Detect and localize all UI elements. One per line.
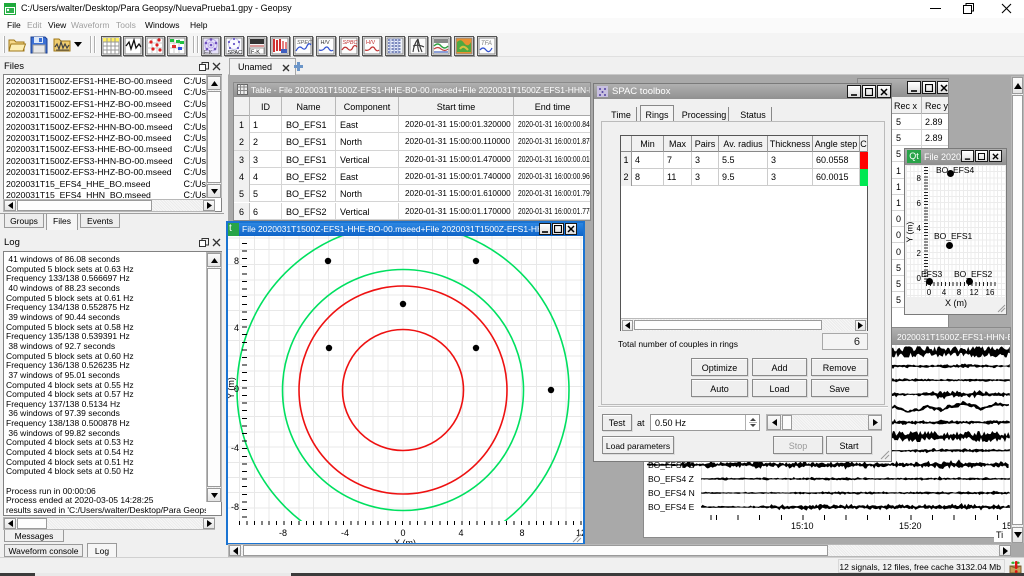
svg-text:TFA: TFA	[481, 41, 492, 47]
svg-text:F-K: F-K	[204, 50, 213, 55]
svg-text:H/V: H/V	[366, 40, 376, 46]
svg-text:F-K: F-K	[251, 50, 260, 56]
svg-text:H/V: H/V	[321, 40, 331, 46]
svg-text:SPAC: SPAC	[228, 50, 243, 55]
svg-text:SPEC: SPEC	[297, 40, 312, 46]
